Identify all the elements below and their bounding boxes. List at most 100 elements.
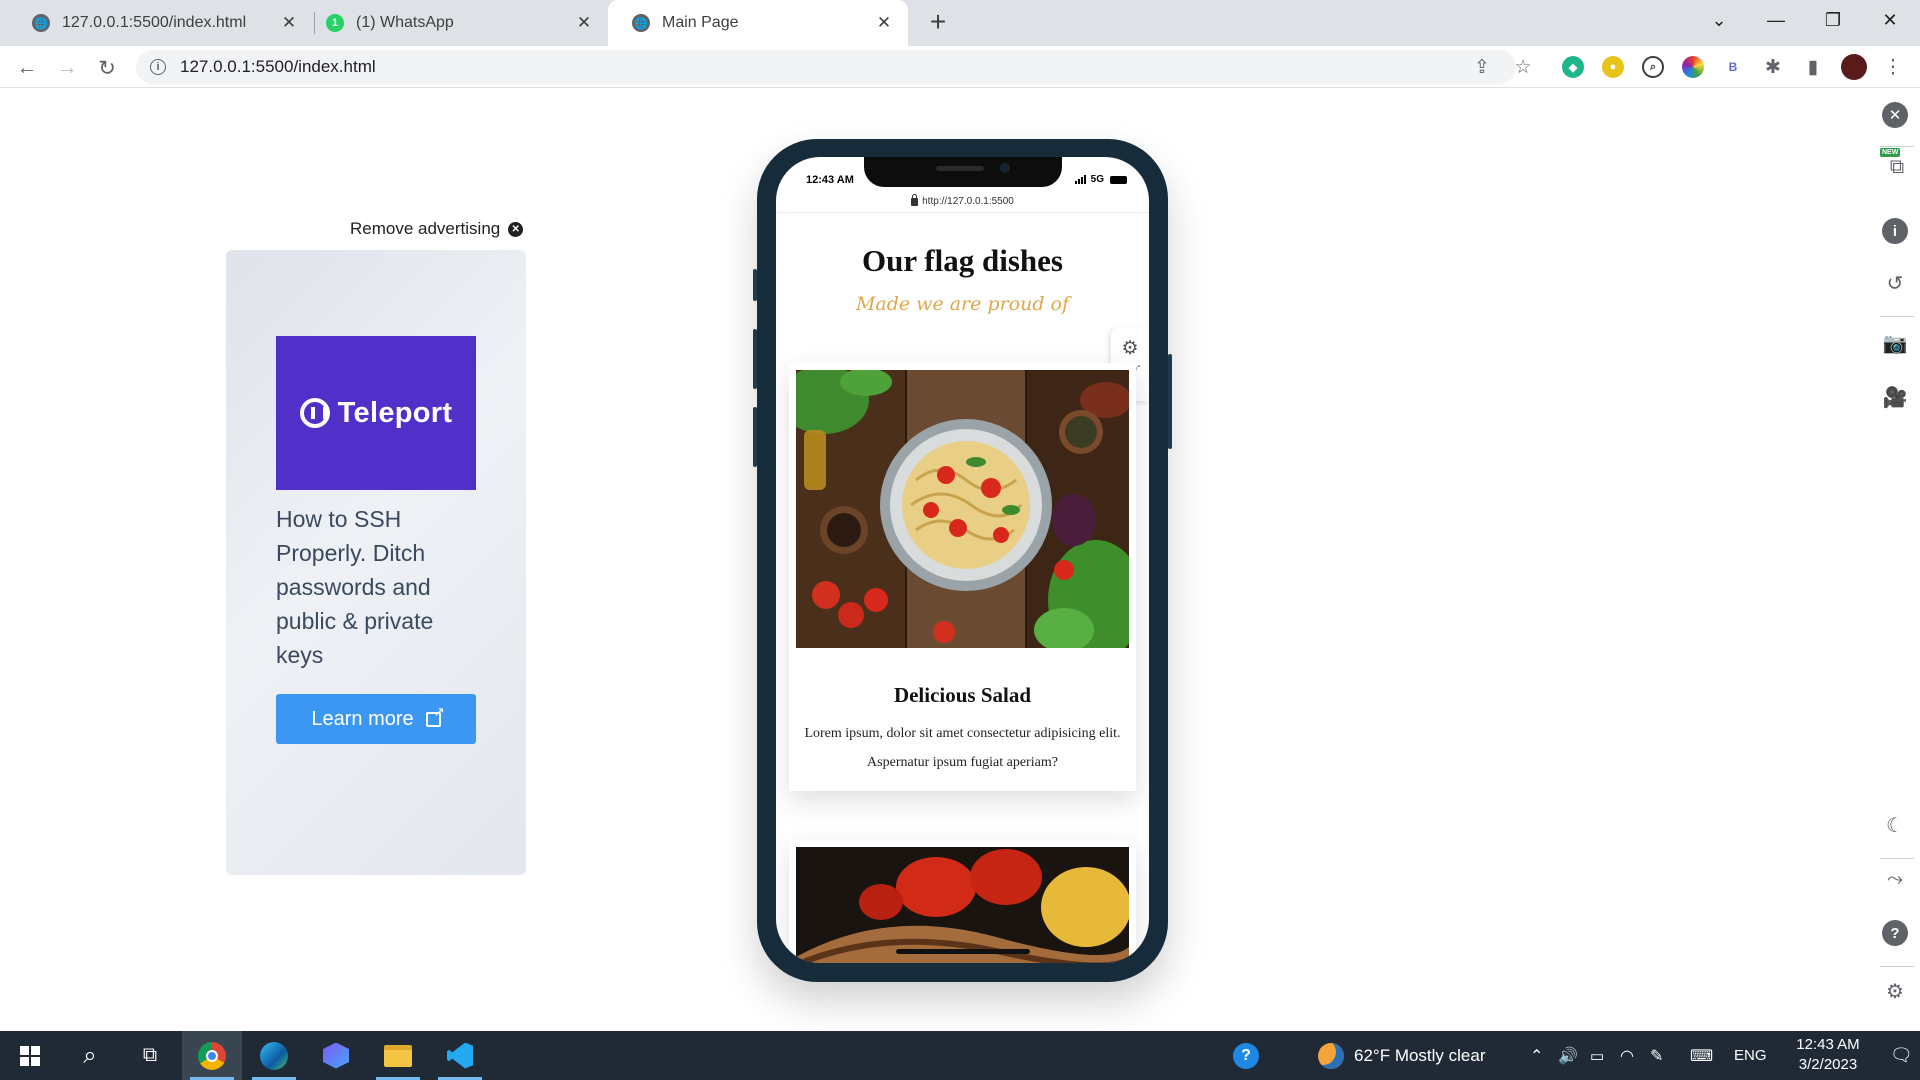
lock-icon <box>911 193 919 206</box>
windows-taskbar: ⌕ ⧉ ? 62°F Mostly clear ⌃ 🔊 ▭ ◠ ✎ ⌨ ENG … <box>0 1031 1920 1080</box>
help-taskbar-icon[interactable]: ? <box>1216 1031 1276 1080</box>
dish-card[interactable] <box>789 840 1136 963</box>
task-view-icon[interactable]: ⧉ <box>120 1031 180 1080</box>
pen-icon[interactable]: ✎ <box>1650 1031 1663 1080</box>
settings-gear-icon[interactable]: ⚙ <box>1119 337 1141 359</box>
new-badge: NEW <box>1880 148 1901 157</box>
learn-more-button[interactable]: Learn more <box>276 694 476 744</box>
search-extension-icon[interactable]: ⌕ <box>1642 56 1664 78</box>
weather-text: 62°F Mostly clear <box>1354 1045 1486 1065</box>
clock-time: 12:43 AM <box>1796 1036 1860 1053</box>
ad-text: How to SSH Properly. Ditch passwords and… <box>276 506 434 668</box>
battery-icon <box>1110 175 1127 184</box>
minimize-button[interactable]: — <box>1756 0 1796 40</box>
video-camera-icon[interactable]: 🎥 <box>1882 384 1908 410</box>
phone-volume-down <box>753 407 757 467</box>
device-side-panel: ✕ NEW ⧉ i ↺ 📷 🎥 ☾ ⤳ ? ⚙ <box>1870 88 1920 1031</box>
reload-button[interactable]: ↻ <box>91 52 123 84</box>
battery-icon[interactable]: ▭ <box>1590 1031 1604 1080</box>
address-bar[interactable]: i 127.0.0.1:5500/index.html <box>136 50 1516 84</box>
windows-start-icon[interactable] <box>0 1031 60 1080</box>
profile-avatar[interactable] <box>1841 54 1867 80</box>
teleport-logo: Teleport <box>276 336 476 490</box>
system-clock[interactable]: 12:43 AM 3/2/2023 <box>1778 1035 1878 1075</box>
remove-advertising-label: Remove advertising <box>350 219 501 238</box>
phone-volume-up <box>753 329 757 389</box>
dark-mode-moon-icon[interactable]: ☾ <box>1882 812 1908 838</box>
restore-button[interactable]: ❐ <box>1813 0 1853 40</box>
chrome-taskbar-icon[interactable] <box>182 1031 242 1080</box>
b-extension-icon[interactable]: B <box>1722 56 1744 78</box>
phone-screen: 12:43 AM 5G http://127.0.0.1:5500 Our fl… <box>776 157 1149 963</box>
vscode-taskbar-icon[interactable] <box>430 1031 490 1080</box>
address-url: 127.0.0.1:5500/index.html <box>180 57 376 76</box>
close-tab-icon[interactable]: ✕ <box>574 13 594 33</box>
globe-icon: 🌐 <box>632 14 650 32</box>
menu-kebab-icon[interactable]: ⋮ <box>1878 50 1908 84</box>
section-title: Our flag dishes <box>862 243 1063 278</box>
tab-local-index[interactable]: 🌐 127.0.0.1:5500/index.html ✕ <box>8 0 313 46</box>
phone-notch <box>864 157 1062 187</box>
settings-gear-icon[interactable]: ⚙ <box>1882 978 1908 1004</box>
dish-card[interactable]: Delicious Salad Lorem ipsum, dolor sit a… <box>789 363 1136 791</box>
edge-taskbar-icon[interactable] <box>244 1031 304 1080</box>
weather-widget[interactable]: 62°F Mostly clear <box>1318 1031 1486 1080</box>
whatsapp-icon: 1 <box>326 14 344 32</box>
dish-title: Delicious Salad <box>893 683 1032 707</box>
tab-title: 127.0.0.1:5500/index.html <box>62 14 247 31</box>
moon-weather-icon <box>1318 1042 1344 1069</box>
file-explorer-icon[interactable] <box>368 1031 428 1080</box>
browser-toolbar: ← → ↻ i 127.0.0.1:5500/index.html ⇪ ☆ ◆ … <box>0 46 1920 88</box>
phone-mockup: 12:43 AM 5G http://127.0.0.1:5500 Our fl… <box>753 139 1172 982</box>
close-tab-icon[interactable]: ✕ <box>874 13 894 33</box>
front-camera-icon <box>1000 163 1010 173</box>
remove-advertising-link[interactable]: Remove advertising ✕ <box>350 219 524 239</box>
bookmark-star-icon[interactable]: ☆ <box>1508 50 1538 84</box>
keyboard-icon[interactable]: ⌨ <box>1690 1031 1713 1080</box>
learn-more-label: Learn more <box>311 707 414 730</box>
status-indicators: 5G <box>1074 174 1127 185</box>
wifi-icon[interactable]: ◠ <box>1620 1031 1634 1080</box>
close-circle-icon[interactable]: ✕ <box>1882 102 1908 128</box>
external-link-icon <box>425 704 445 727</box>
shield-extension-icon[interactable]: ◆ <box>1562 56 1584 78</box>
forward-button[interactable]: → <box>51 52 83 84</box>
language-indicator[interactable]: ENG <box>1734 1031 1767 1080</box>
show-hidden-icons[interactable]: ⌃ <box>1530 1031 1543 1080</box>
color-extension-icon[interactable] <box>1682 56 1704 78</box>
volume-icon[interactable]: 🔊 <box>1558 1031 1578 1080</box>
divider <box>1880 858 1914 859</box>
advertisement-card[interactable]: Teleport How to SSH Properly. Ditch pass… <box>226 250 526 875</box>
signal-icon <box>1074 175 1087 184</box>
app-taskbar-icon[interactable] <box>306 1031 366 1080</box>
site-info-icon[interactable]: i <box>150 59 166 75</box>
section-subtitle: Made we are proud of <box>855 293 1070 315</box>
spaghetti-photo <box>796 370 1129 648</box>
speaker-grille <box>936 166 984 171</box>
new-tab-button[interactable]: + <box>922 6 954 38</box>
help-icon[interactable]: ? <box>1882 920 1908 946</box>
close-window-button[interactable]: ✕ <box>1870 0 1910 40</box>
dish-description: Lorem ipsum, dolor sit amet consectetur … <box>804 726 1121 770</box>
tab-whatsapp[interactable]: 1 (1) WhatsApp ✕ <box>314 0 608 46</box>
camera-icon[interactable]: 📷 <box>1882 330 1908 356</box>
back-button[interactable]: ← <box>11 52 43 84</box>
extensions-puzzle-icon[interactable]: ✱ <box>1758 50 1788 84</box>
home-indicator <box>896 949 1030 954</box>
notifications-icon[interactable]: 🗨 <box>1890 1031 1913 1080</box>
share-icon[interactable]: ⤳ <box>1882 866 1908 892</box>
circle-extension-icon[interactable]: ● <box>1602 56 1624 78</box>
share-icon[interactable]: ⇪ <box>1467 50 1497 84</box>
globe-icon: 🌐 <box>32 14 50 32</box>
device-toggle-icon[interactable]: NEW ⧉ <box>1880 148 1912 180</box>
close-tab-icon[interactable]: ✕ <box>279 13 299 33</box>
tab-main-page[interactable]: 🌐 Main Page ✕ <box>608 0 908 46</box>
tab-search-icon[interactable]: ⌄ <box>1699 0 1739 40</box>
network-type: 5G <box>1090 174 1104 185</box>
rotate-icon[interactable]: ↺ <box>1882 270 1908 296</box>
side-panel-icon[interactable]: ▮ <box>1798 50 1828 84</box>
search-icon[interactable]: ⌕ <box>60 1031 120 1080</box>
divider <box>1880 316 1914 317</box>
info-icon[interactable]: i <box>1882 218 1908 244</box>
tab-title: (1) WhatsApp <box>356 14 454 31</box>
